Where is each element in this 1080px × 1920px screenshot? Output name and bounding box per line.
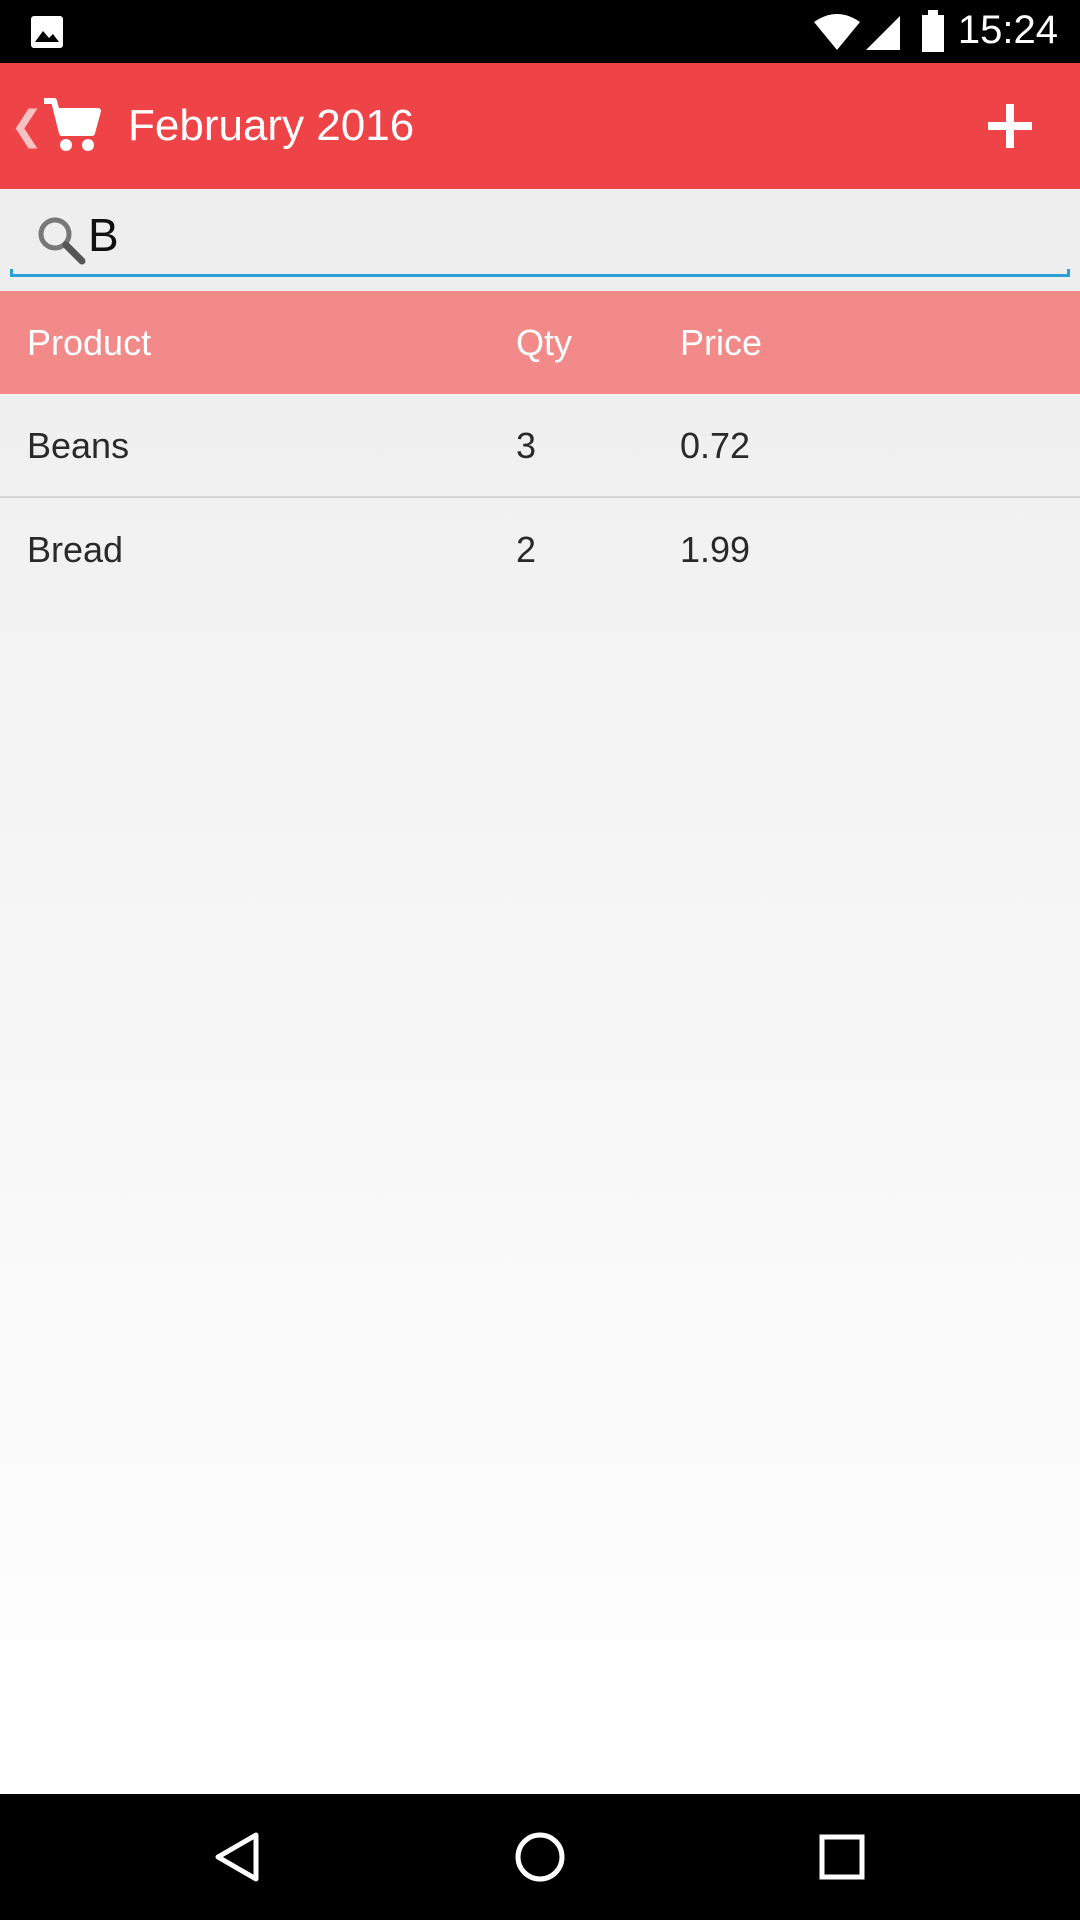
cellular-signal-icon <box>866 16 900 50</box>
header-qty[interactable]: Qty <box>516 291 572 394</box>
header-product[interactable]: Product <box>27 291 151 394</box>
battery-icon <box>922 10 944 52</box>
recents-square-icon[interactable] <box>812 1827 872 1887</box>
search-input[interactable] <box>88 205 1048 265</box>
app-title: February 2016 <box>128 101 415 150</box>
row-qty: 3 <box>516 425 537 466</box>
back-chevron-icon[interactable]: ❮ <box>10 101 44 151</box>
row-qty: 2 <box>516 529 537 570</box>
status-time: 15:24 <box>957 8 1058 52</box>
table-row[interactable]: Beans 3 0.72 <box>0 394 1080 498</box>
home-circle-icon[interactable] <box>510 1827 570 1887</box>
product-list: Beans 3 0.72 Bread 2 1.99 <box>0 394 1080 602</box>
search-icon <box>38 217 86 265</box>
row-product: Beans <box>27 425 130 466</box>
list-background <box>0 394 1080 1794</box>
gallery-notification-icon <box>31 16 63 48</box>
header-price[interactable]: Price <box>680 291 762 394</box>
add-icon[interactable] <box>970 86 1050 166</box>
wifi-icon <box>814 14 860 50</box>
navigation-bar <box>0 1794 1080 1920</box>
search-bar <box>0 189 1080 291</box>
row-price: 1.99 <box>680 529 751 570</box>
table-row[interactable]: Bread 2 1.99 <box>0 498 1080 602</box>
row-price: 0.72 <box>680 425 751 466</box>
search-underline <box>10 269 1070 277</box>
row-product: Bread <box>27 529 124 570</box>
back-triangle-icon[interactable] <box>208 1827 268 1887</box>
table-header: Product Qty Price <box>0 291 1080 394</box>
shopping-cart-icon[interactable] <box>40 93 104 157</box>
status-bar: 15:24 <box>0 0 1080 63</box>
app-bar: ❮ February 2016 <box>0 63 1080 189</box>
